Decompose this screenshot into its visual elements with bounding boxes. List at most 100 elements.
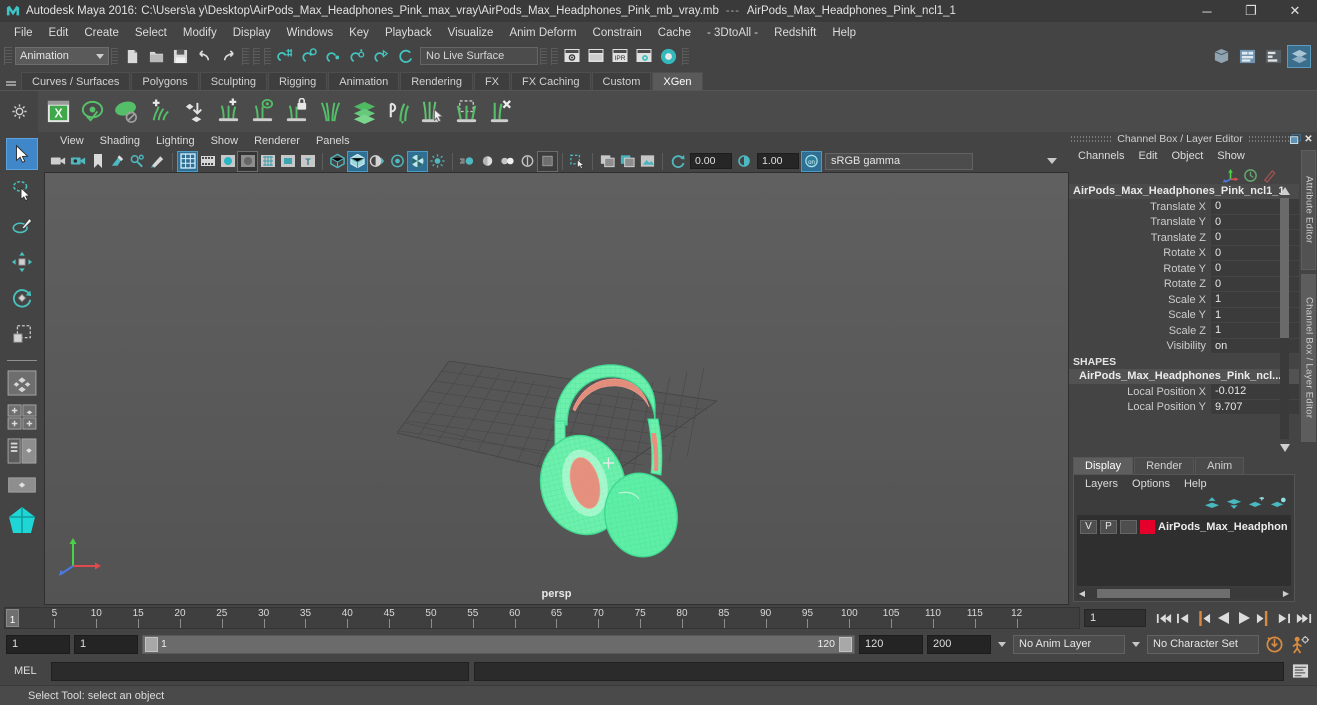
channel-row[interactable]: Scale X1 bbox=[1069, 292, 1299, 308]
save-scene-icon[interactable] bbox=[169, 46, 191, 67]
layer-menu-options[interactable]: Options bbox=[1125, 477, 1177, 491]
animation-end-time-field[interactable]: 200 bbox=[927, 634, 991, 654]
current-time-indicator[interactable]: 1 bbox=[6, 609, 19, 627]
menu-redshift[interactable]: Redshift bbox=[766, 25, 824, 41]
anim-layer-chevron-icon[interactable] bbox=[998, 641, 1006, 647]
command-output-field[interactable] bbox=[474, 661, 1284, 681]
channel-row[interactable]: Local Position Y 9.707 bbox=[1069, 399, 1299, 415]
channel-row[interactable]: Translate Z0 bbox=[1069, 230, 1299, 246]
menu-windows[interactable]: Windows bbox=[278, 25, 341, 41]
tab-channel-box-layer-editor[interactable]: Channel Box / Layer Editor bbox=[1300, 274, 1316, 442]
render-settings-icon[interactable] bbox=[633, 46, 655, 67]
channel-row[interactable]: Rotate Y0 bbox=[1069, 261, 1299, 277]
channel-row[interactable]: Translate X0 bbox=[1069, 199, 1299, 215]
xgen-patch-icon[interactable] bbox=[110, 96, 142, 128]
layer-playback-toggle[interactable]: P bbox=[1100, 519, 1117, 534]
playback-start-time-field[interactable]: 1 bbox=[74, 634, 138, 654]
redo-icon[interactable] bbox=[217, 46, 239, 67]
channel-row[interactable]: Visibility on bbox=[1069, 338, 1299, 354]
snap-to-projected-center-icon[interactable] bbox=[346, 46, 368, 67]
layer-list[interactable]: V P AirPods_Max_Headphon bbox=[1077, 515, 1291, 586]
channel-row[interactable]: Rotate X0 bbox=[1069, 245, 1299, 261]
anti-aliasing-icon[interactable] bbox=[478, 152, 497, 171]
hypershade-icon[interactable] bbox=[657, 46, 679, 67]
select-camera-icon[interactable] bbox=[48, 152, 67, 171]
channel-speed-icon[interactable] bbox=[1243, 168, 1258, 183]
step-back-keyframe-icon[interactable] bbox=[1174, 608, 1193, 628]
xgen-mirror-guides-icon[interactable] bbox=[314, 96, 346, 128]
shelf-tab-fx-caching[interactable]: FX Caching bbox=[511, 72, 591, 90]
show-hide-modeling-toolkit-icon[interactable] bbox=[1210, 46, 1232, 67]
make-live-icon[interactable] bbox=[394, 46, 416, 67]
xgen-add-description-icon[interactable] bbox=[212, 96, 244, 128]
shelf-tab-sculpting[interactable]: Sculpting bbox=[199, 72, 267, 90]
layer-list-horizontal-scrollbar[interactable]: ◀ ▶ bbox=[1077, 588, 1291, 599]
layer-color-swatch[interactable] bbox=[1140, 519, 1155, 534]
show-hide-channel-box-icon[interactable] bbox=[1287, 44, 1311, 68]
gamma-field[interactable]: 1.00 bbox=[757, 153, 799, 169]
scale-tool[interactable] bbox=[6, 318, 38, 350]
tab-attribute-editor[interactable]: Attribute Editor bbox=[1300, 150, 1316, 270]
channel-box-scrollbar[interactable] bbox=[1280, 198, 1289, 439]
channel-row[interactable]: Scale Y1 bbox=[1069, 307, 1299, 323]
time-slider[interactable]: 1 5 10 15 20 25 30 35 40 45 50 55 60 65 70 75 80 85 90 95 1… bbox=[4, 607, 1080, 629]
menu-cache[interactable]: Cache bbox=[650, 25, 699, 41]
character-set-chevron-icon[interactable] bbox=[1132, 641, 1140, 647]
command-input[interactable] bbox=[51, 661, 469, 681]
use-default-material-icon[interactable]: T bbox=[298, 152, 317, 171]
panel-copy-icon[interactable] bbox=[618, 152, 637, 171]
lasso-select-tool[interactable] bbox=[6, 174, 38, 206]
wireframe-shading-icon[interactable] bbox=[218, 152, 237, 171]
xgen-window-icon[interactable]: X bbox=[42, 96, 74, 128]
show-hide-tool-settings-icon[interactable] bbox=[1262, 46, 1284, 67]
shelf-tab-custom[interactable]: Custom bbox=[591, 72, 652, 90]
menu-modify[interactable]: Modify bbox=[175, 25, 225, 41]
menu-constrain[interactable]: Constrain bbox=[585, 25, 650, 41]
step-back-frame-icon[interactable] bbox=[1194, 608, 1213, 628]
gamma-reset-icon[interactable] bbox=[735, 152, 754, 171]
current-frame-field[interactable]: 1 bbox=[1084, 609, 1146, 627]
go-to-end-icon[interactable] bbox=[1294, 608, 1313, 628]
channel-row[interactable]: Translate Y0 bbox=[1069, 214, 1299, 230]
perspective-viewport[interactable]: persp bbox=[44, 172, 1069, 605]
panel-drag-grip-right[interactable] bbox=[1249, 135, 1289, 143]
shelf-tab-rigging[interactable]: Rigging bbox=[267, 72, 328, 90]
channel-box-menu-show[interactable]: Show bbox=[1210, 149, 1252, 163]
layer-tab-render[interactable]: Render bbox=[1134, 457, 1195, 474]
depth-of-field-icon[interactable] bbox=[498, 152, 517, 171]
channel-highlight-icon[interactable] bbox=[1262, 168, 1277, 183]
isolate-select-icon[interactable] bbox=[537, 150, 558, 172]
channel-row[interactable]: Scale Z1 bbox=[1069, 323, 1299, 339]
open-scene-icon[interactable] bbox=[145, 46, 167, 67]
go-to-start-icon[interactable] bbox=[1154, 608, 1173, 628]
color-management-toggle-icon[interactable]: on bbox=[801, 150, 822, 172]
manipulator-axes-icon[interactable] bbox=[1222, 168, 1239, 183]
menu-set-selector[interactable]: Animation bbox=[15, 47, 109, 65]
menu-create[interactable]: Create bbox=[76, 25, 127, 41]
script-editor-icon[interactable] bbox=[1289, 661, 1311, 681]
command-language-label[interactable]: MEL bbox=[6, 665, 46, 677]
camera-attributes-icon[interactable] bbox=[68, 152, 87, 171]
create-empty-layer-icon[interactable] bbox=[1248, 496, 1264, 510]
status-line-grip[interactable] bbox=[4, 47, 12, 65]
xgen-delete-guides-icon[interactable] bbox=[484, 96, 516, 128]
texture-display-icon[interactable] bbox=[278, 152, 297, 171]
xgen-clump-modifier-icon[interactable] bbox=[450, 96, 482, 128]
use-all-lights-icon[interactable] bbox=[388, 152, 407, 171]
shadows-icon[interactable] bbox=[407, 150, 428, 172]
panel-snapshot-icon[interactable] bbox=[638, 152, 657, 171]
animation-start-time-field[interactable]: 1 bbox=[6, 634, 70, 654]
render-current-frame-icon[interactable] bbox=[585, 46, 607, 67]
auto-keyframe-icon[interactable] bbox=[1263, 634, 1285, 654]
screen-space-ao-icon[interactable] bbox=[428, 152, 447, 171]
snap-to-curve-icon[interactable] bbox=[298, 46, 320, 67]
grid-toggle-icon[interactable] bbox=[177, 150, 198, 172]
shelf-tab-handle[interactable] bbox=[4, 73, 18, 90]
xgen-preview-icon[interactable] bbox=[76, 96, 108, 128]
bookmark-icon[interactable] bbox=[88, 152, 107, 171]
move-tool[interactable] bbox=[6, 246, 38, 278]
xgen-add-guides-icon[interactable] bbox=[144, 96, 176, 128]
select-isolate-objects-icon[interactable] bbox=[568, 152, 587, 171]
xgen-groom-brush-icon[interactable] bbox=[382, 96, 414, 128]
outliner-persp-layout[interactable] bbox=[5, 436, 39, 466]
